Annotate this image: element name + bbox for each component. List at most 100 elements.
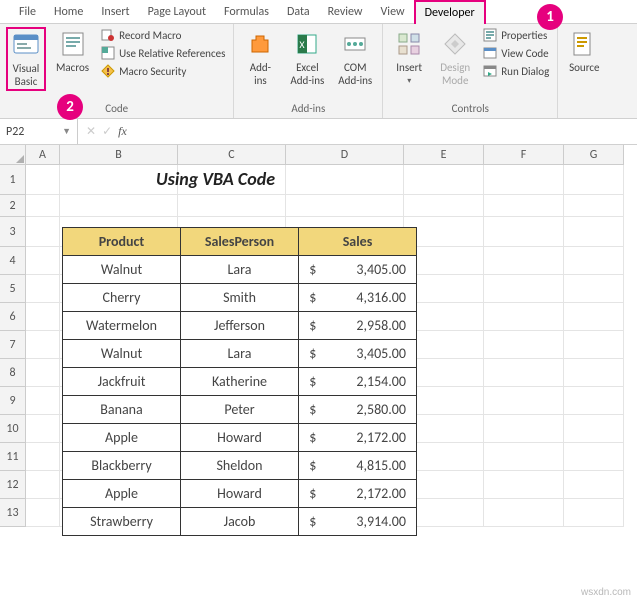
- cell-A1[interactable]: [26, 165, 60, 195]
- col-header-F[interactable]: F: [484, 145, 564, 165]
- cell-G2[interactable]: [564, 195, 624, 217]
- cell-F6[interactable]: [484, 303, 564, 331]
- cell-C2[interactable]: [178, 195, 286, 217]
- name-box[interactable]: P22 ▼: [0, 119, 78, 144]
- cell-B2[interactable]: [60, 195, 178, 217]
- cell-F11[interactable]: [484, 443, 564, 471]
- cell-F4[interactable]: [484, 247, 564, 275]
- cell-F8[interactable]: [484, 359, 564, 387]
- row-header-3[interactable]: 3: [0, 217, 26, 247]
- cell-product[interactable]: Apple: [63, 480, 181, 508]
- record-macro-button[interactable]: Record Macro: [99, 27, 227, 43]
- cell-currency[interactable]: $: [299, 452, 321, 480]
- cell-currency[interactable]: $: [299, 396, 321, 424]
- cell-A3[interactable]: [26, 217, 60, 247]
- cell-currency[interactable]: $: [299, 480, 321, 508]
- cell-A9[interactable]: [26, 387, 60, 415]
- tab-data[interactable]: Data: [278, 1, 319, 23]
- row-header-12[interactable]: 12: [0, 471, 26, 499]
- cell-product[interactable]: Apple: [63, 424, 181, 452]
- cell-G7[interactable]: [564, 331, 624, 359]
- row-header-4[interactable]: 4: [0, 247, 26, 275]
- tab-home[interactable]: Home: [45, 1, 92, 23]
- tab-view[interactable]: View: [372, 1, 414, 23]
- cell-G6[interactable]: [564, 303, 624, 331]
- tab-developer[interactable]: Developer: [414, 0, 486, 24]
- cell-G1[interactable]: [564, 165, 624, 195]
- cell-sales[interactable]: 3,405.00: [321, 340, 417, 368]
- cell-person[interactable]: Lara: [181, 256, 299, 284]
- cell-sales[interactable]: 3,405.00: [321, 256, 417, 284]
- cell-person[interactable]: Katherine: [181, 368, 299, 396]
- row-header-10[interactable]: 10: [0, 415, 26, 443]
- cell-G4[interactable]: [564, 247, 624, 275]
- cell-person[interactable]: Howard: [181, 480, 299, 508]
- col-header-A[interactable]: A: [26, 145, 60, 165]
- tab-review[interactable]: Review: [319, 1, 372, 23]
- cell-A8[interactable]: [26, 359, 60, 387]
- cell-G9[interactable]: [564, 387, 624, 415]
- relative-refs-button[interactable]: Use Relative References: [99, 45, 227, 61]
- cell-A7[interactable]: [26, 331, 60, 359]
- properties-button[interactable]: Properties: [481, 27, 551, 43]
- cell-G8[interactable]: [564, 359, 624, 387]
- cancel-icon[interactable]: ✕: [86, 124, 96, 139]
- cell-A11[interactable]: [26, 443, 60, 471]
- source-button[interactable]: Source: [564, 27, 604, 76]
- cell-sales[interactable]: 2,580.00: [321, 396, 417, 424]
- cell-product[interactable]: Walnut: [63, 340, 181, 368]
- view-code-button[interactable]: View Code: [481, 45, 551, 61]
- cell-product[interactable]: Walnut: [63, 256, 181, 284]
- cell-G13[interactable]: [564, 499, 624, 527]
- cell-sales[interactable]: 3,914.00: [321, 508, 417, 536]
- cell-sales[interactable]: 4,316.00: [321, 284, 417, 312]
- table-header-salesperson[interactable]: SalesPerson: [181, 228, 299, 256]
- cell-person[interactable]: Smith: [181, 284, 299, 312]
- com-addins-button[interactable]: COM Add-ins: [334, 27, 376, 89]
- row-header-8[interactable]: 8: [0, 359, 26, 387]
- row-header-11[interactable]: 11: [0, 443, 26, 471]
- col-header-E[interactable]: E: [404, 145, 484, 165]
- row-header-13[interactable]: 13: [0, 499, 26, 527]
- cell-E1[interactable]: [404, 165, 484, 195]
- col-header-B[interactable]: B: [60, 145, 178, 165]
- cell-product[interactable]: Watermelon: [63, 312, 181, 340]
- cell-sales[interactable]: 2,172.00: [321, 480, 417, 508]
- cell-currency[interactable]: $: [299, 312, 321, 340]
- cell-person[interactable]: Jacob: [181, 508, 299, 536]
- tab-file[interactable]: File: [10, 1, 45, 23]
- cell-currency[interactable]: $: [299, 424, 321, 452]
- row-header-6[interactable]: 6: [0, 303, 26, 331]
- cell-F2[interactable]: [484, 195, 564, 217]
- cell-person[interactable]: Lara: [181, 340, 299, 368]
- design-mode-button[interactable]: Design Mode: [435, 27, 475, 89]
- cell-A2[interactable]: [26, 195, 60, 217]
- cell-G5[interactable]: [564, 275, 624, 303]
- cell-G11[interactable]: [564, 443, 624, 471]
- cell-G12[interactable]: [564, 471, 624, 499]
- cell-F10[interactable]: [484, 415, 564, 443]
- row-header-1[interactable]: 1: [0, 165, 26, 195]
- table-header-product[interactable]: Product: [63, 228, 181, 256]
- cell-product[interactable]: Jackfruit: [63, 368, 181, 396]
- tab-insert[interactable]: Insert: [92, 1, 138, 23]
- cell-A6[interactable]: [26, 303, 60, 331]
- insert-control-button[interactable]: Insert ▾: [389, 27, 429, 88]
- row-header-5[interactable]: 5: [0, 275, 26, 303]
- cell-product[interactable]: Strawberry: [63, 508, 181, 536]
- cell-currency[interactable]: $: [299, 256, 321, 284]
- cell-F12[interactable]: [484, 471, 564, 499]
- col-header-D[interactable]: D: [286, 145, 404, 165]
- cell-E2[interactable]: [404, 195, 484, 217]
- cell-sales[interactable]: 2,154.00: [321, 368, 417, 396]
- cell-person[interactable]: Sheldon: [181, 452, 299, 480]
- cell-D2[interactable]: [286, 195, 404, 217]
- cell-F1[interactable]: [484, 165, 564, 195]
- cell-product[interactable]: Blackberry: [63, 452, 181, 480]
- cell-sales[interactable]: 4,815.00: [321, 452, 417, 480]
- cell-currency[interactable]: $: [299, 284, 321, 312]
- cell-currency[interactable]: $: [299, 340, 321, 368]
- visual-basic-button[interactable]: Visual Basic: [6, 27, 46, 91]
- tab-pagelayout[interactable]: Page Layout: [139, 1, 215, 23]
- excel-addins-button[interactable]: X Excel Add-ins: [286, 27, 328, 89]
